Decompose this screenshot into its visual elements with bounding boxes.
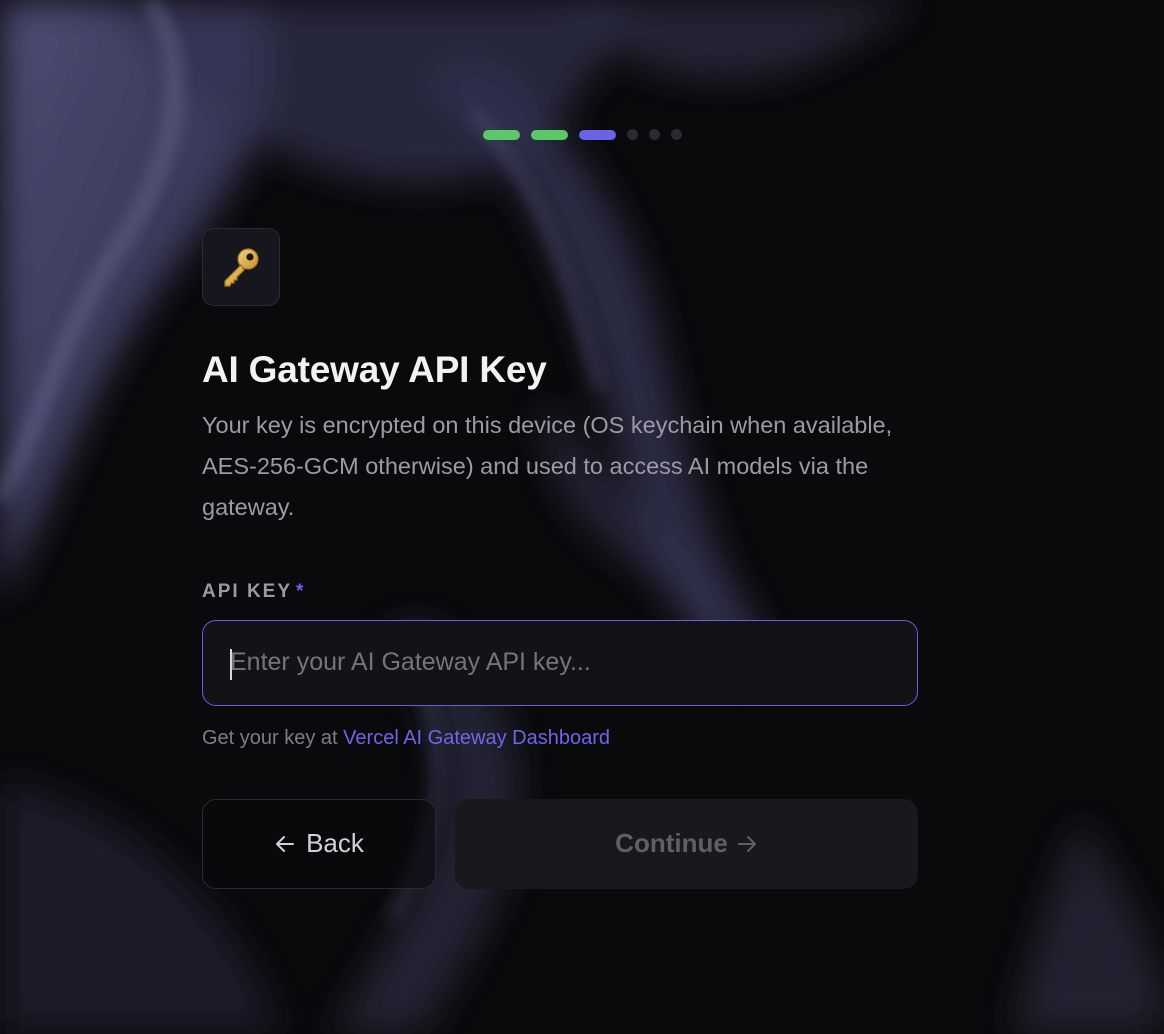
arrow-right-icon [736, 833, 758, 855]
key-icon [224, 248, 259, 287]
page-title: AI Gateway API Key [202, 349, 547, 390]
back-button-label: Back [306, 828, 364, 859]
step-current [578, 129, 616, 140]
api-key-card: AI Gateway API Key Your key is encrypted… [202, 228, 918, 889]
step-pending [648, 129, 660, 140]
back-button[interactable]: Back [202, 798, 436, 889]
text-caret [230, 648, 232, 680]
continue-button[interactable]: Continue [455, 798, 918, 889]
step-pending [626, 129, 638, 140]
step-pending [670, 129, 682, 140]
step-completed [530, 129, 568, 140]
api-key-hint: Get your key at Vercel AI Gateway Dashbo… [202, 727, 918, 750]
api-key-field[interactable] [202, 619, 918, 706]
key-icon-tile [202, 228, 280, 306]
api-key-label: API KEY * [202, 581, 918, 603]
dashboard-link[interactable]: Vercel AI Gateway Dashboard [343, 727, 610, 749]
page-description: Your key is encrypted on this device (OS… [202, 411, 893, 520]
continue-button-label: Continue [615, 828, 728, 859]
action-buttons: Back Continue [202, 798, 918, 889]
arrow-left-icon [274, 833, 296, 855]
hint-prefix: Get your key at [202, 726, 344, 749]
step-completed [482, 129, 520, 140]
progress-stepper [0, 129, 1164, 140]
required-marker: * [296, 580, 306, 602]
api-key-label-text: API KEY [202, 580, 293, 602]
api-key-input[interactable] [230, 648, 890, 678]
